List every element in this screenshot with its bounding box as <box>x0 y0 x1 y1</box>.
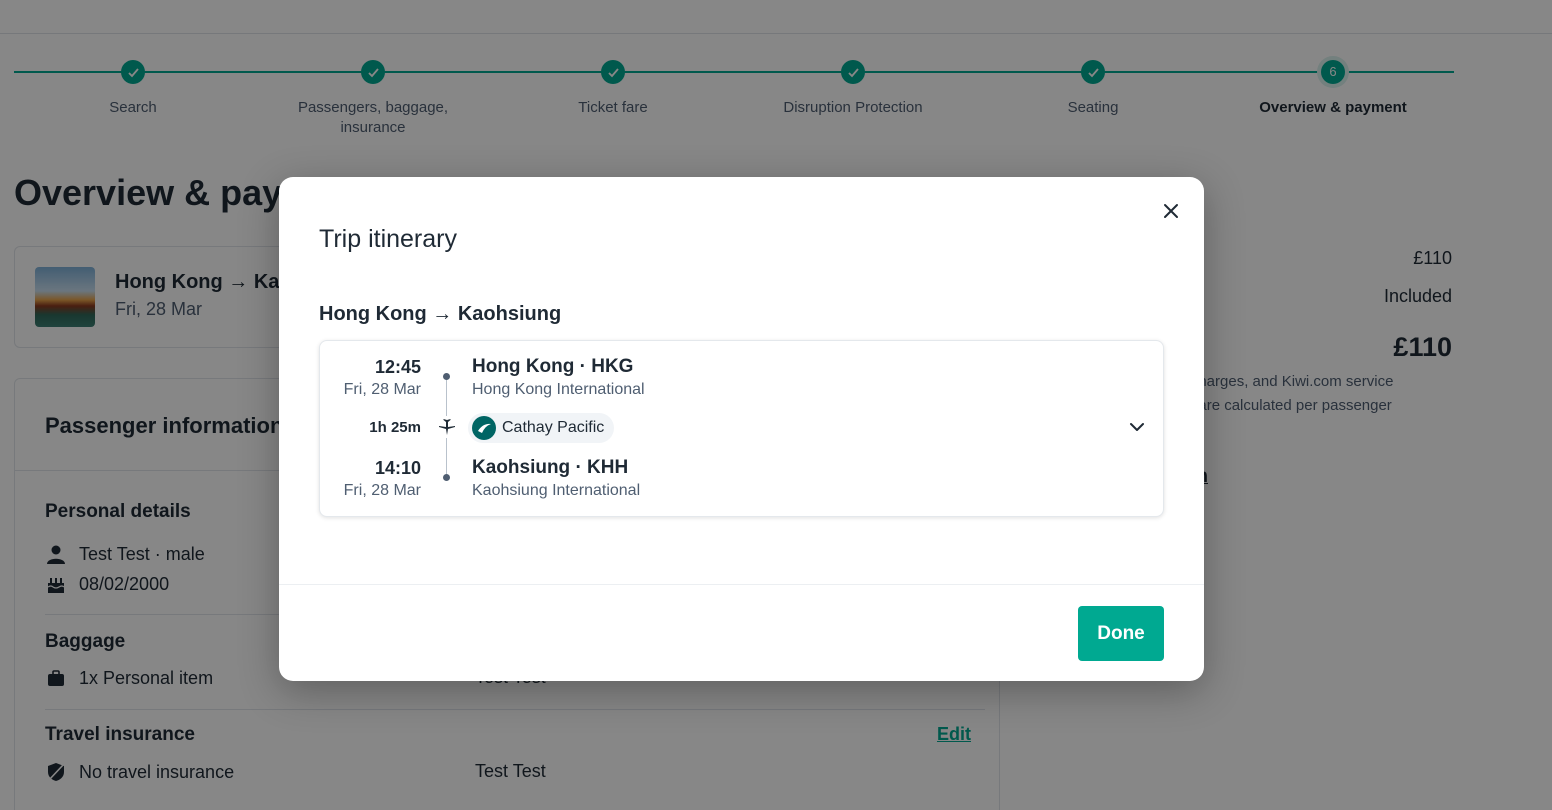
arrival-airport: Kaohsiung International <box>472 482 641 499</box>
timeline-dot <box>443 474 450 481</box>
carrier-badge: Cathay Pacific <box>468 413 615 443</box>
arrival-city: Kaohsiung · KHH <box>472 457 629 478</box>
cathay-pacific-logo-icon <box>472 416 496 440</box>
modal-title: Trip itinerary <box>319 225 457 253</box>
modal-footer-divider <box>279 584 1204 585</box>
carrier-name: Cathay Pacific <box>502 419 605 436</box>
departure-city: Hong Kong · HKG <box>472 356 634 377</box>
departure-airport: Hong Kong International <box>472 381 645 398</box>
close-icon[interactable] <box>1157 197 1185 225</box>
chevron-down-icon[interactable] <box>1126 416 1148 438</box>
arrival-date: Fri, 28 Mar <box>343 482 421 499</box>
plane-icon <box>437 417 457 437</box>
done-button[interactable]: Done <box>1078 606 1164 661</box>
route-title: Hong Kong → Kaohsiung <box>319 303 562 325</box>
arrival-time: 14:10 <box>374 458 421 478</box>
trip-itinerary-modal: Trip itinerary Hong Kong → Kaohsiung 12:… <box>279 177 1204 681</box>
timeline-dot <box>443 373 450 380</box>
departure-time: 12:45 <box>374 357 421 377</box>
flight-segment-card[interactable]: 12:45 Fri, 28 Mar 1h 25m 14:10 Fri, 28 M… <box>319 340 1164 517</box>
departure-date: Fri, 28 Mar <box>343 381 421 398</box>
timeline-line <box>446 438 447 474</box>
flight-duration: 1h 25m <box>369 419 421 436</box>
timeline-line <box>446 380 447 416</box>
